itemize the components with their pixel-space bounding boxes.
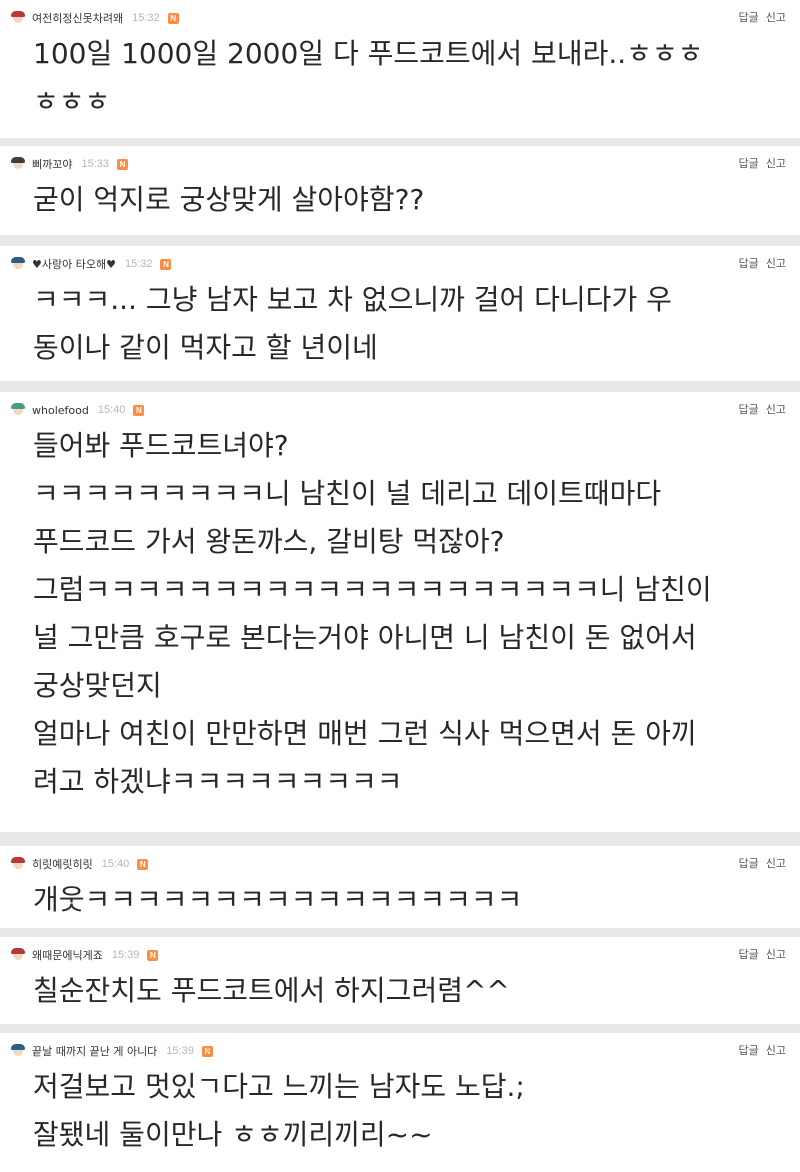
timestamp: 15:39	[111, 949, 140, 961]
comment-meta: 히릿예릿히릿 15:40 N	[10, 855, 149, 873]
comment-text: ㅋㅋㅋ... 그냥 남자 보고 차 없으니까 걸어 다니다가 우 동이나 같이 …	[33, 283, 672, 364]
comment-meta: 끝날 때까지 끝난 게 아니다 15:39 N	[10, 1042, 213, 1060]
new-badge-icon: N	[137, 858, 149, 870]
report-button[interactable]: 신고	[766, 256, 786, 272]
comment-actions: 답글 신고	[739, 947, 787, 963]
comment-item: 삐까꼬야 15:33 N 답글 신고 굳이 억지로 궁상맞게 살아야함??	[0, 146, 800, 235]
comment-text: 100일 1000일 2000일 다 푸드코트에서 보내라..ㅎㅎㅎ ㅎㅎㅎ	[33, 37, 704, 118]
new-badge-icon: N	[147, 949, 159, 961]
reply-button[interactable]: 답글	[739, 856, 759, 872]
nickname[interactable]: 삐까꼬야	[32, 156, 72, 172]
comment-meta: 여전히정신못차려왜 15:32 N	[10, 9, 179, 27]
nickname[interactable]: wholefood	[32, 404, 89, 417]
comment-text: 저걸보고 멋있ㄱ다고 느끼는 남자도 노답.; 잘됐네 둘이만나 ㅎㅎ끼리끼리~…	[33, 1070, 525, 1151]
report-button[interactable]: 신고	[766, 156, 786, 172]
comment-actions: 답글 신고	[739, 1043, 787, 1059]
comment-actions: 답글 신고	[739, 256, 787, 272]
new-badge-icon: N	[167, 12, 179, 24]
nickname[interactable]: 왜때문에닉게죠	[32, 947, 103, 963]
new-badge-icon: N	[133, 404, 145, 416]
reply-button[interactable]: 답글	[739, 156, 759, 172]
comment-thread: 여전히정신못차려왜 15:32 N 답글 신고 100일 1000일 2000일…	[0, 0, 800, 1172]
report-button[interactable]: 신고	[766, 402, 786, 418]
report-button[interactable]: 신고	[766, 10, 786, 26]
new-badge-icon: N	[201, 1045, 213, 1057]
reply-button[interactable]: 답글	[739, 1043, 759, 1059]
avatar-icon	[10, 10, 26, 26]
comment-actions: 답글 신고	[739, 402, 787, 418]
report-button[interactable]: 신고	[766, 1043, 786, 1059]
comment-meta: wholefood 15:40 N	[10, 401, 145, 419]
nickname[interactable]: 히릿예릿히릿	[32, 856, 93, 872]
timestamp: 15:32	[132, 12, 160, 24]
nickname[interactable]: 끝날 때까지 끝난 게 아니다	[32, 1043, 157, 1059]
nickname[interactable]: ♥사랑아 타오해♥	[32, 256, 116, 272]
timestamp: 15:32	[124, 258, 153, 270]
reply-button[interactable]: 답글	[739, 947, 759, 963]
comment-item: 여전히정신못차려왜 15:32 N 답글 신고 100일 1000일 2000일…	[0, 0, 800, 138]
report-button[interactable]: 신고	[766, 947, 786, 963]
comment-actions: 답글 신고	[739, 856, 787, 872]
new-badge-icon: N	[117, 158, 129, 170]
avatar-icon	[10, 156, 26, 172]
comment-item: 히릿예릿히릿 15:40 N 답글 신고 개웃ㅋㅋㅋㅋㅋㅋㅋㅋㅋㅋㅋㅋㅋㅋㅋㅋㅋ	[0, 846, 800, 928]
nickname[interactable]: 여전히정신못차려왜	[32, 10, 123, 26]
comment-text: 칠순잔치도 푸드코트에서 하지그러렴^^	[33, 974, 510, 1007]
avatar-icon	[10, 947, 26, 963]
comment-text: 들어봐 푸드코트녀야? ㅋㅋㅋㅋㅋㅋㅋㅋㅋ니 남친이 널 데리고 데이트때마다 …	[33, 429, 712, 798]
comment-item: 끝날 때까지 끝난 게 아니다 15:39 N 답글 신고 저걸보고 멋있ㄱ다고…	[0, 1033, 800, 1172]
comment-text: 굳이 억지로 궁상맞게 살아야함??	[33, 183, 425, 216]
comment-meta: 왜때문에닉게죠 15:39 N	[10, 946, 159, 964]
comment-meta: 삐까꼬야 15:33 N	[10, 155, 129, 173]
new-badge-icon: N	[160, 258, 172, 270]
timestamp: 15:40	[101, 858, 130, 870]
reply-button[interactable]: 답글	[739, 10, 759, 26]
reply-button[interactable]: 답글	[739, 402, 759, 418]
comment-meta: ♥사랑아 타오해♥ 15:32 N	[10, 255, 172, 273]
comment-text: 개웃ㅋㅋㅋㅋㅋㅋㅋㅋㅋㅋㅋㅋㅋㅋㅋㅋㅋ	[33, 883, 523, 916]
comment-actions: 답글 신고	[739, 156, 787, 172]
timestamp: 15:33	[81, 158, 110, 170]
timestamp: 15:39	[166, 1045, 194, 1057]
comment-item: ♥사랑아 타오해♥ 15:32 N 답글 신고 ㅋㅋㅋ... 그냥 남자 보고 …	[0, 246, 800, 381]
avatar-icon	[10, 402, 26, 418]
avatar-icon	[10, 856, 26, 872]
comment-item: 왜때문에닉게죠 15:39 N 답글 신고 칠순잔치도 푸드코트에서 하지그러렴…	[0, 937, 800, 1024]
reply-button[interactable]: 답글	[739, 256, 759, 272]
avatar-icon	[10, 256, 26, 272]
report-button[interactable]: 신고	[766, 856, 786, 872]
avatar-icon	[10, 1043, 26, 1059]
comment-actions: 답글 신고	[739, 10, 787, 26]
timestamp: 15:40	[97, 404, 126, 416]
comment-item: wholefood 15:40 N 답글 신고 들어봐 푸드코트녀야? ㅋㅋㅋㅋ…	[0, 392, 800, 832]
